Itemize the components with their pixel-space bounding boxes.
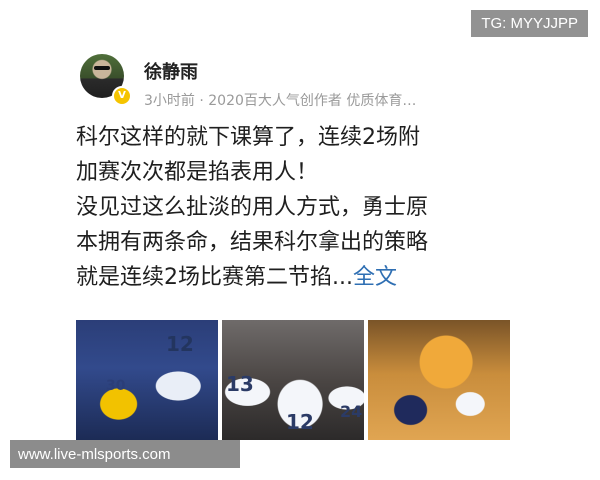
weibo-post-card: V 徐静雨 3小时前 · 2020百大人气创作者 优质体育… 科尔这样的就下课算… [64,40,534,460]
post-image-3[interactable] [368,320,510,440]
verified-badge-icon: V [112,86,132,106]
author-name[interactable]: 徐静雨 [144,58,198,84]
avatar-glasses-detail [94,66,110,70]
post-body: 科尔这样的就下课算了，连续2场附 加赛次次都是掐表用人！ 没见过这么扯淡的用人方… [76,120,528,295]
post-line: 科尔这样的就下课算了，连续2场附 [76,125,420,150]
post-line-last: 就是连续2场比赛第二节掐...全文 [76,260,528,295]
jersey-number: 24 [340,402,363,421]
jersey-number: 13 [226,372,254,396]
post-line: 加赛次次都是掐表用人！ [76,160,319,185]
post-image-2[interactable]: 13 12 24 [222,320,364,440]
post-line: 就是连续2场比赛第二节掐... [76,265,353,290]
watermark-top: TG: MYYJJPP [471,10,588,37]
jersey-number: 12 [166,332,194,356]
read-more-link[interactable]: 全文 [353,265,397,290]
watermark-bottom: www.live-mlsports.com [10,440,240,468]
post-image-1[interactable]: 12 30 [76,320,218,440]
jersey-number: 12 [286,410,314,434]
post-meta: 3小时前 · 2020百大人气创作者 优质体育… [144,93,417,109]
post-line: 没见过这么扯淡的用人方式，勇士原 [76,195,429,220]
post-line: 本拥有两条命，结果科尔拿出的策略 [76,230,429,255]
jersey-number: 30 [106,378,126,394]
